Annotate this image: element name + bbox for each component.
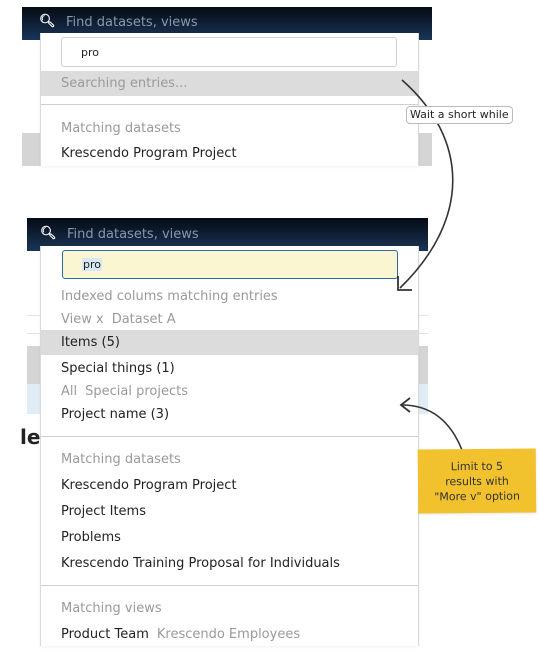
wait-annotation: Wait a short while bbox=[406, 106, 513, 124]
note-line: Limit to 5 bbox=[450, 459, 504, 473]
limit-annotation-note: Limit to 5 results with "More v" option bbox=[417, 448, 537, 514]
annotation-arrows bbox=[397, 79, 463, 451]
note-line: "More v" option bbox=[434, 489, 521, 503]
note-line: results with bbox=[445, 474, 509, 488]
limit-arrow bbox=[401, 404, 463, 451]
